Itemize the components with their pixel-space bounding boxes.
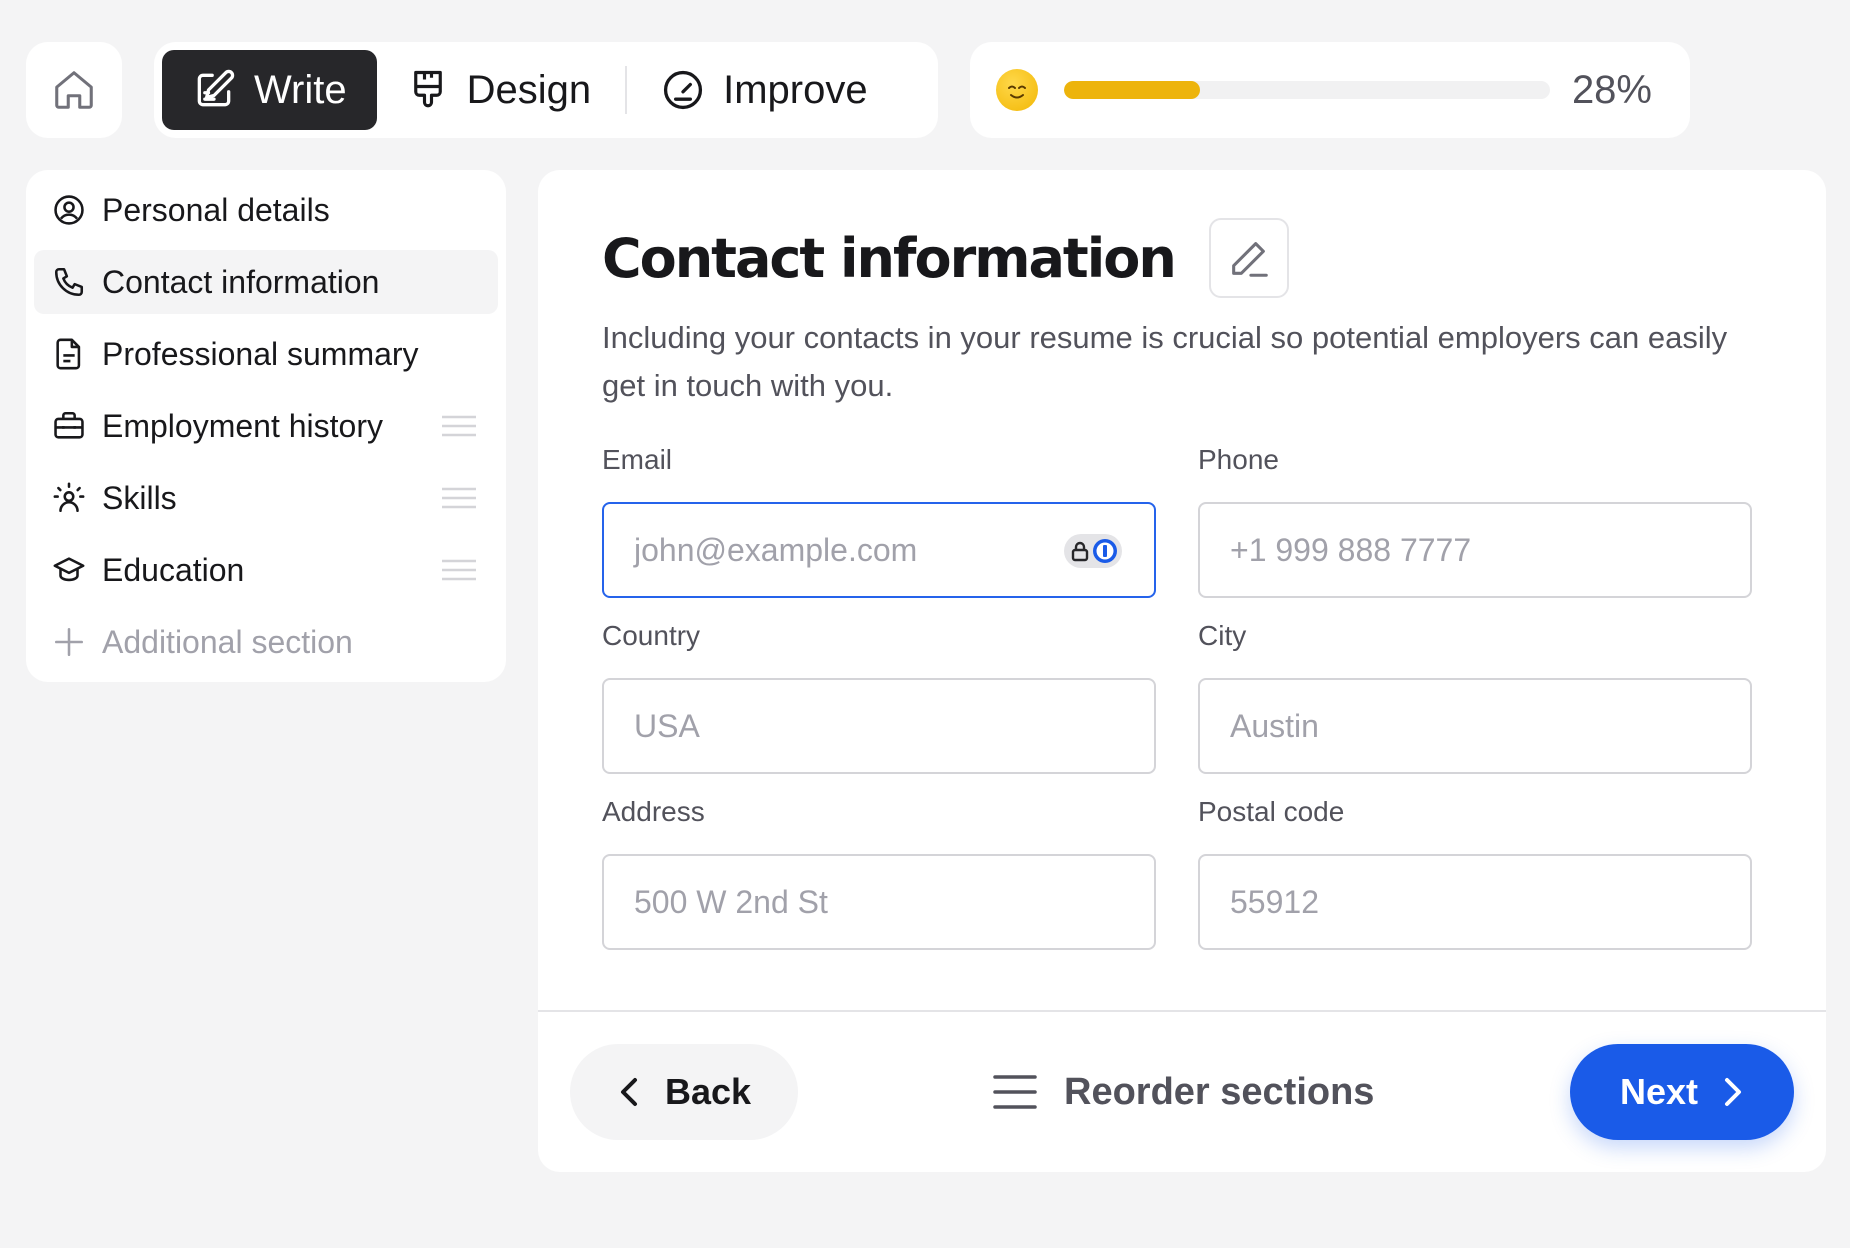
email-placeholder: john@example.com (634, 531, 918, 568)
reorder-sections-label: Reorder sections (1064, 1070, 1375, 1113)
address-label: Address (602, 796, 705, 827)
tab-design-label: Design (466, 67, 592, 112)
tab-write-label: Write (254, 67, 347, 112)
page-description: Including your contacts in your resume i… (602, 320, 1728, 403)
home-icon (55, 71, 93, 109)
home-button[interactable] (26, 42, 122, 138)
phone-field[interactable]: +1 999 888 7777 (1198, 502, 1752, 598)
user-circle-icon (54, 195, 84, 225)
chevron-right-icon (1725, 1078, 1742, 1106)
phone-placeholder: +1 999 888 7777 (1230, 531, 1472, 568)
city-field-group: City Austin (1198, 620, 1752, 774)
reorder-sections-button[interactable]: Reorder sections (992, 1044, 1374, 1140)
postal-code-label: Postal code (1198, 796, 1345, 827)
phone-field-group: Phone +1 999 888 7777 (1198, 444, 1752, 598)
edit-document-icon (197, 69, 235, 107)
sidebar-item-label: Additional section (102, 623, 353, 660)
email-label: Email (602, 444, 673, 475)
drag-handle-icon[interactable] (442, 559, 476, 581)
pencil-icon (1231, 242, 1268, 277)
city-field[interactable]: Austin (1198, 678, 1752, 774)
sidebar-item-label: Education (102, 551, 245, 588)
progress-track (1064, 81, 1550, 99)
address-placeholder: 500 W 2nd St (634, 883, 828, 920)
postal-code-placeholder: 55912 (1230, 883, 1319, 920)
contact-form-card: Contact information Including your conta… (538, 170, 1826, 1172)
graduation-cap-icon (53, 557, 85, 582)
sidebar-item-employment-history[interactable]: Employment history (34, 394, 498, 458)
country-field[interactable]: USA (602, 678, 1156, 774)
sidebar-item-personal-details[interactable]: Personal details (34, 178, 498, 242)
sidebar-item-label: Employment history (102, 407, 383, 444)
address-field-group: Address 500 W 2nd St (602, 796, 1156, 950)
country-field-group: Country USA (602, 620, 1156, 774)
progress-percent: 28% (1571, 67, 1652, 112)
mode-tabs: Write Design Improve (154, 42, 938, 138)
resume-progress: 28% (970, 42, 1690, 138)
chevron-left-icon (620, 1078, 637, 1106)
next-button[interactable]: Next (1570, 1044, 1794, 1140)
back-button-label: Back (664, 1071, 752, 1112)
country-label: Country (602, 620, 701, 651)
brush-icon (413, 70, 442, 108)
city-label: City (1198, 620, 1247, 651)
sidebar-item-education[interactable]: Education (34, 538, 498, 602)
country-placeholder: USA (634, 707, 700, 744)
tab-design[interactable]: Design (377, 50, 622, 130)
section-sidebar: Personal details Contact information Pro… (26, 170, 506, 682)
back-button[interactable]: Back (570, 1044, 798, 1140)
menu-lines-icon (993, 1075, 1037, 1109)
sidebar-item-label: Contact information (102, 263, 380, 300)
skills-icon (53, 482, 85, 513)
city-placeholder: Austin (1230, 707, 1319, 744)
gauge-icon (664, 70, 703, 110)
password-manager-icon[interactable] (1064, 534, 1122, 568)
smiley-icon (996, 69, 1038, 111)
document-icon (56, 338, 81, 370)
footer-divider (538, 1010, 1826, 1012)
sidebar-item-contact-information[interactable]: Contact information (34, 250, 498, 314)
drag-handle-icon[interactable] (442, 415, 476, 437)
drag-handle-icon[interactable] (442, 487, 476, 509)
sidebar-item-label: Professional summary (102, 335, 419, 372)
postal-code-field[interactable]: 55912 (1198, 854, 1752, 950)
phone-label: Phone (1198, 444, 1279, 475)
sidebar-item-label: Skills (102, 479, 177, 516)
email-field-group: Email john@example.com (602, 444, 1156, 598)
edit-title-button[interactable] (1208, 218, 1289, 298)
progress-fill (1064, 81, 1201, 99)
tab-divider (625, 66, 628, 114)
phone-icon (54, 267, 84, 297)
plus-icon (54, 627, 84, 657)
briefcase-icon (54, 411, 84, 439)
next-button-label: Next (1619, 1071, 1699, 1112)
sidebar-item-professional-summary[interactable]: Professional summary (34, 322, 498, 386)
tab-improve[interactable]: Improve (631, 50, 898, 130)
postal-code-field-group: Postal code 55912 (1198, 796, 1752, 950)
tab-write[interactable]: Write (162, 50, 377, 130)
page-title: Contact information (602, 226, 1177, 290)
tab-improve-label: Improve (723, 67, 868, 112)
sidebar-add-section[interactable]: Additional section (34, 610, 498, 674)
address-field[interactable]: 500 W 2nd St (602, 854, 1156, 950)
email-field[interactable]: john@example.com (602, 502, 1156, 598)
sidebar-item-label: Personal details (102, 191, 330, 228)
sidebar-item-skills[interactable]: Skills (34, 466, 498, 530)
